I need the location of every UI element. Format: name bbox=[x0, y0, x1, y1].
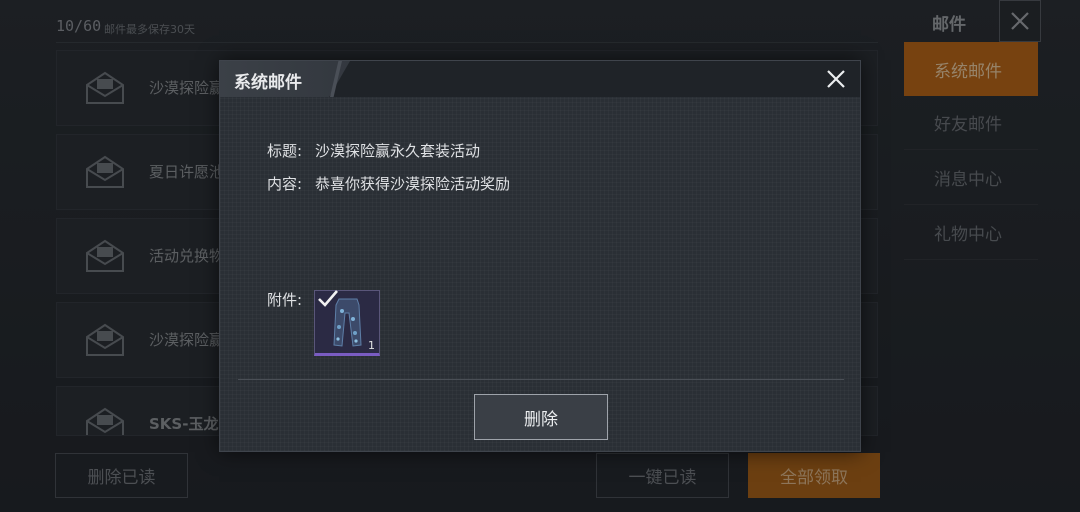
attachment-label: 附件: bbox=[267, 291, 303, 309]
attachment-item[interactable]: 1 bbox=[314, 290, 380, 356]
subject-label: 标题: bbox=[267, 142, 303, 160]
system-mail-dialog: 系统邮件 标题: 沙漠探险赢永久套装活动 内容: 恭喜你获得沙漠探险活动奖励 附… bbox=[219, 60, 861, 452]
subject-value: 沙漠探险赢永久套装活动 bbox=[315, 142, 481, 160]
check-icon bbox=[318, 290, 338, 307]
dialog-header: 系统邮件 bbox=[220, 61, 860, 97]
content-label: 内容: bbox=[267, 175, 303, 193]
close-icon bbox=[827, 70, 845, 88]
dialog-close-button[interactable] bbox=[822, 65, 850, 93]
dialog-title: 系统邮件 bbox=[234, 73, 302, 93]
attachment-count: 1 bbox=[368, 339, 375, 352]
content-value: 恭喜你获得沙漠探险活动奖励 bbox=[315, 175, 511, 193]
dialog-divider bbox=[238, 379, 844, 380]
delete-button[interactable]: 删除 bbox=[474, 394, 608, 440]
